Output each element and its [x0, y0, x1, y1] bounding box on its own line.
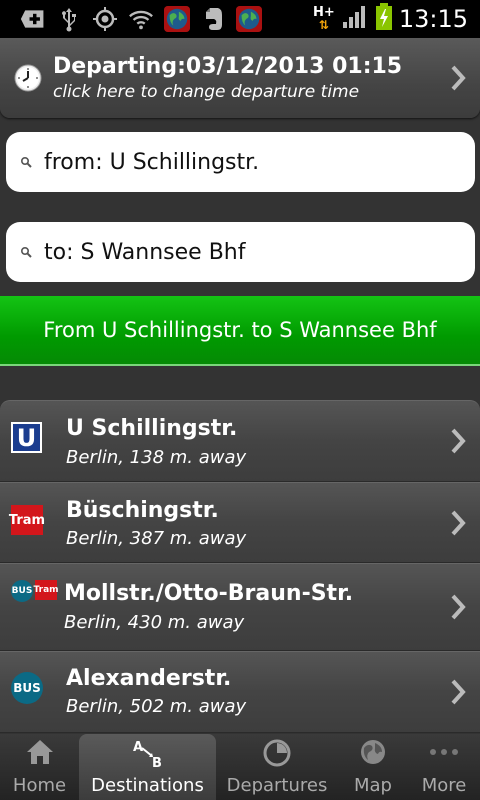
station-location: Berlin, 430 m. away: [64, 612, 245, 633]
more-dots-icon: [430, 749, 458, 755]
station-row[interactable]: BUS Tram Mollstr./Otto-Braun-Str. Berlin…: [0, 563, 480, 651]
to-value: to: S Wannsee Bhf: [44, 239, 246, 265]
station-row[interactable]: Tram Büschingstr. Berlin, 387 m. away: [0, 482, 480, 563]
station-location: Berlin, 502 m. away: [66, 696, 247, 717]
wifi-icon: [128, 6, 154, 32]
home-icon: [26, 740, 53, 764]
station-location: Berlin, 387 m. away: [66, 528, 247, 549]
station-name: Mollstr./Otto-Braun-Str.: [64, 581, 354, 606]
from-input[interactable]: from: U Schillingstr.: [6, 132, 475, 192]
station-location: Berlin, 138 m. away: [66, 447, 247, 468]
departures-clock-icon: [263, 739, 291, 767]
usb-icon: [56, 6, 82, 32]
tab-label: Map: [354, 775, 392, 796]
network-indicator: H+ ⇅: [313, 6, 335, 32]
tram-icon: Tram: [33, 580, 59, 600]
chevron-right-icon: [451, 428, 466, 454]
u-bahn-icon: U: [11, 422, 42, 453]
departure-subtitle: click here to change departure time: [53, 82, 360, 102]
chevron-right-icon: [451, 679, 466, 705]
search-icon: [20, 156, 32, 168]
globe-app-icon: [164, 6, 190, 32]
chevron-right-icon: [451, 510, 466, 535]
b-label: B: [152, 756, 162, 768]
evernote-icon: [200, 6, 226, 32]
status-icons: [0, 6, 262, 32]
tab-departures[interactable]: Departures: [216, 734, 338, 800]
tab-label: Home: [12, 775, 67, 796]
tab-label: Destinations: [91, 775, 204, 796]
status-right: H+ ⇅ 13:15: [313, 3, 480, 35]
nearby-stations-list: U U Schillingstr. Berlin, 138 m. away Tr…: [0, 400, 480, 733]
add-box-icon: [20, 6, 46, 32]
a-label: A: [133, 740, 143, 755]
tab-destinations[interactable]: A B Destinations: [79, 734, 216, 800]
from-value: from: U Schillingstr.: [44, 149, 260, 175]
clock-time: 13:15: [398, 5, 468, 33]
data-arrows-icon: ⇅: [318, 18, 329, 32]
signal-icon: [341, 4, 369, 34]
search-route-button[interactable]: From U Schillingstr. to S Wannsee Bhf: [0, 296, 480, 366]
bus-icon: BUS: [11, 580, 33, 602]
route-label: From U Schillingstr. to S Wannsee Bhf: [43, 318, 437, 342]
station-name: Alexanderstr.: [66, 666, 232, 691]
chevron-right-icon: [451, 594, 466, 620]
departure-title: Departing:03/12/2013 01:15: [53, 54, 403, 79]
tab-map[interactable]: Map: [338, 734, 408, 800]
tab-more[interactable]: More: [408, 734, 480, 800]
gps-icon: [92, 6, 118, 32]
clock-icon: [14, 64, 42, 92]
station-row[interactable]: U U Schillingstr. Berlin, 138 m. away: [0, 400, 480, 482]
tab-home[interactable]: Home: [0, 734, 79, 800]
departure-text: Departing:03/12/2013 01:15 click here to…: [53, 53, 402, 103]
chevron-right-icon: [451, 65, 466, 91]
to-input[interactable]: to: S Wannsee Bhf: [6, 222, 475, 282]
a-to-b-icon: A B: [133, 740, 162, 768]
status-bar: H+ ⇅ 13:15: [0, 0, 480, 38]
search-icon: [20, 246, 32, 258]
station-name: U Schillingstr.: [66, 416, 238, 441]
globe-icon: [361, 740, 385, 764]
bus-icon: BUS: [11, 672, 43, 704]
departure-time-button[interactable]: Departing:03/12/2013 01:15 click here to…: [0, 38, 480, 118]
tab-label: More: [421, 775, 467, 796]
tram-icon: Tram: [9, 505, 45, 535]
bottom-navigation: Home A B Destinations Departures Map Mor…: [0, 734, 480, 800]
battery-charging-icon: [375, 3, 393, 35]
tab-label: Departures: [226, 775, 328, 796]
globe-app-icon: [236, 6, 262, 32]
station-row[interactable]: BUS Alexanderstr. Berlin, 502 m. away: [0, 651, 480, 733]
station-name: Büschingstr.: [66, 498, 219, 523]
